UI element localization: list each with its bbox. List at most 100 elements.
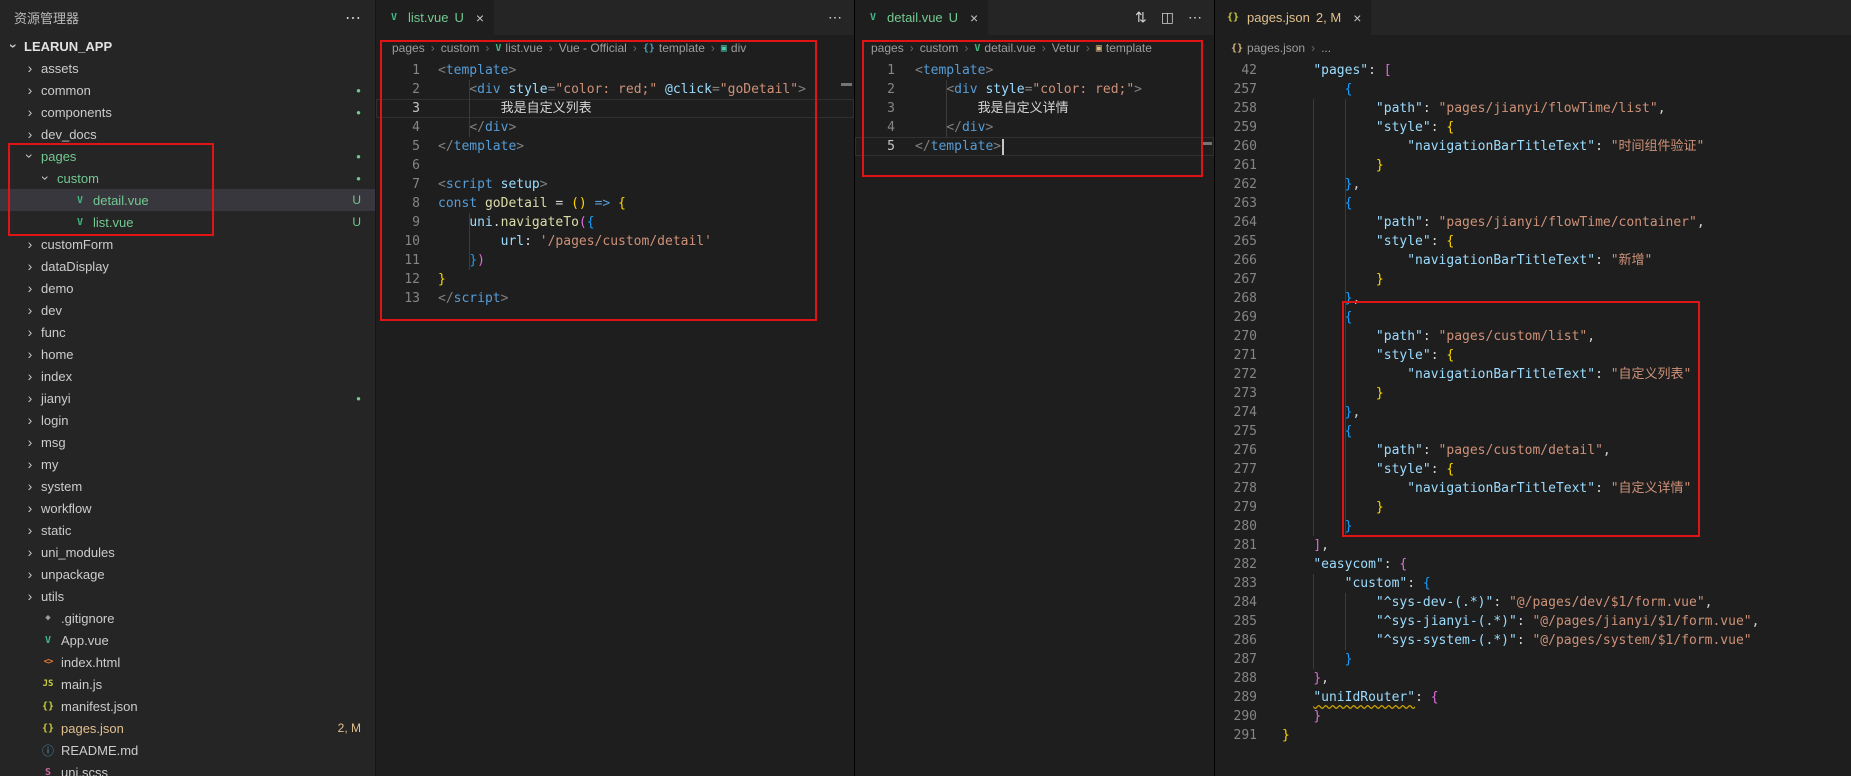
code-line-281[interactable]: 281 ],	[1215, 536, 1851, 555]
code-line-280[interactable]: 280 }	[1215, 517, 1851, 536]
tree-folder-system[interactable]: ›system	[0, 475, 375, 497]
code-line-1[interactable]: 1<template>	[855, 61, 1214, 80]
code-line-262[interactable]: 262 },	[1215, 175, 1851, 194]
code-line-289[interactable]: 289 "uniIdRouter": {	[1215, 688, 1851, 707]
breadcrumb-item-template[interactable]: ▣template	[1096, 41, 1152, 55]
code-line-272[interactable]: 272 "navigationBarTitleText": "自定义列表"	[1215, 365, 1851, 384]
code-line-12[interactable]: 12}	[376, 270, 854, 289]
split-icon[interactable]: ◫	[1161, 9, 1174, 26]
code-line-288[interactable]: 288 },	[1215, 669, 1851, 688]
code-area[interactable]: 42 "pages": [257 {258 "path": "pages/jia…	[1215, 61, 1851, 776]
code-line-8[interactable]: 8const goDetail = () => {	[376, 194, 854, 213]
close-icon[interactable]: ×	[1353, 10, 1361, 26]
tree-folder-pages[interactable]: ›pages●	[0, 145, 375, 167]
tab-list.vue[interactable]: Vlist.vueU×	[376, 0, 494, 35]
tree-file-App.vue[interactable]: VApp.vue	[0, 629, 375, 651]
code-line-2[interactable]: 2 <div style="color: red;">	[855, 80, 1214, 99]
tree-file-list.vue[interactable]: Vlist.vueU	[0, 211, 375, 233]
code-line-283[interactable]: 283 "custom": {	[1215, 574, 1851, 593]
tree-folder-unpackage[interactable]: ›unpackage	[0, 563, 375, 585]
code-line-3[interactable]: 3 我是自定义列表	[376, 99, 854, 118]
more-actions-icon[interactable]: ⋯	[345, 8, 361, 28]
tree-file-README.md[interactable]: ⓘREADME.md	[0, 739, 375, 761]
code-area[interactable]: 1<template>2 <div style="color: red;" @c…	[376, 61, 854, 776]
tree-folder-components[interactable]: ›components●	[0, 101, 375, 123]
more-icon[interactable]: ⋯	[828, 9, 842, 26]
code-line-264[interactable]: 264 "path": "pages/jianyi/flowTime/conta…	[1215, 213, 1851, 232]
breadcrumb-item-Vue - Official[interactable]: Vue - Official	[559, 41, 627, 55]
tree-folder-custom[interactable]: ›custom●	[0, 167, 375, 189]
code-line-276[interactable]: 276 "path": "pages/custom/detail",	[1215, 441, 1851, 460]
code-line-13[interactable]: 13</script>	[376, 289, 854, 308]
tree-folder-msg[interactable]: ›msg	[0, 431, 375, 453]
breadcrumb-item-Vetur[interactable]: Vetur	[1052, 41, 1080, 55]
tree-folder-utils[interactable]: ›utils	[0, 585, 375, 607]
code-line-287[interactable]: 287 }	[1215, 650, 1851, 669]
code-line-282[interactable]: 282 "easycom": {	[1215, 555, 1851, 574]
code-line-275[interactable]: 275 {	[1215, 422, 1851, 441]
code-line-1[interactable]: 1<template>	[376, 61, 854, 80]
breadcrumb-item-detail.vue[interactable]: Vdetail.vue	[974, 41, 1035, 55]
tree-folder-home[interactable]: ›home	[0, 343, 375, 365]
tree-file-.gitignore[interactable]: ◆.gitignore	[0, 607, 375, 629]
code-line-260[interactable]: 260 "navigationBarTitleText": "时间组件验证"	[1215, 137, 1851, 156]
code-line-9[interactable]: 9 uni.navigateTo({	[376, 213, 854, 232]
code-line-278[interactable]: 278 "navigationBarTitleText": "自定义详情"	[1215, 479, 1851, 498]
breadcrumb-item-custom[interactable]: custom	[920, 41, 959, 55]
code-line-259[interactable]: 259 "style": {	[1215, 118, 1851, 137]
code-line-258[interactable]: 258 "path": "pages/jianyi/flowTime/list"…	[1215, 99, 1851, 118]
breadcrumb-item-custom[interactable]: custom	[441, 41, 480, 55]
close-icon[interactable]: ×	[476, 10, 484, 26]
tree-folder-common[interactable]: ›common●	[0, 79, 375, 101]
breadcrumb-item-pages.json[interactable]: {}pages.json	[1231, 41, 1305, 55]
code-line-269[interactable]: 269 {	[1215, 308, 1851, 327]
tree-folder-workflow[interactable]: ›workflow	[0, 497, 375, 519]
tree-root-folder[interactable]: › LEARUN_APP	[0, 35, 375, 57]
code-line-11[interactable]: 11 })	[376, 251, 854, 270]
breadcrumb-item-...[interactable]: ...	[1321, 41, 1331, 55]
tree-folder-my[interactable]: ›my	[0, 453, 375, 475]
code-line-274[interactable]: 274 },	[1215, 403, 1851, 422]
code-line-291[interactable]: 291}	[1215, 726, 1851, 745]
tab-detail.vue[interactable]: Vdetail.vueU×	[855, 0, 988, 35]
code-line-7[interactable]: 7<script setup>	[376, 175, 854, 194]
breadcrumb-item-list.vue[interactable]: Vlist.vue	[495, 41, 542, 55]
tree-folder-static[interactable]: ›static	[0, 519, 375, 541]
code-line-5[interactable]: 5</template>	[855, 137, 1214, 156]
code-line-284[interactable]: 284 "^sys-dev-(.*)": "@/pages/dev/$1/for…	[1215, 593, 1851, 612]
tree-folder-demo[interactable]: ›demo	[0, 277, 375, 299]
close-icon[interactable]: ×	[970, 10, 978, 26]
tree-file-pages.json[interactable]: {}pages.json2, M	[0, 717, 375, 739]
tree-file-main.js[interactable]: JSmain.js	[0, 673, 375, 695]
code-line-268[interactable]: 268 },	[1215, 289, 1851, 308]
code-line-277[interactable]: 277 "style": {	[1215, 460, 1851, 479]
code-line-5[interactable]: 5</template>	[376, 137, 854, 156]
code-line-4[interactable]: 4 </div>	[855, 118, 1214, 137]
code-line-290[interactable]: 290 }	[1215, 707, 1851, 726]
code-line-285[interactable]: 285 "^sys-jianyi-(.*)": "@/pages/jianyi/…	[1215, 612, 1851, 631]
breadcrumb-item-pages[interactable]: pages	[392, 41, 425, 55]
code-line-3[interactable]: 3 我是自定义详情	[855, 99, 1214, 118]
tree-file-uni.scss[interactable]: Suni.scss	[0, 761, 375, 776]
code-line-266[interactable]: 266 "navigationBarTitleText": "新增"	[1215, 251, 1851, 270]
tree-folder-login[interactable]: ›login	[0, 409, 375, 431]
code-line-267[interactable]: 267 }	[1215, 270, 1851, 289]
tree-folder-dataDisplay[interactable]: ›dataDisplay	[0, 255, 375, 277]
tree-folder-dev_docs[interactable]: ›dev_docs	[0, 123, 375, 145]
code-area[interactable]: 1<template>2 <div style="color: red;">3 …	[855, 61, 1214, 776]
tree-folder-assets[interactable]: ›assets	[0, 57, 375, 79]
code-line-270[interactable]: 270 "path": "pages/custom/list",	[1215, 327, 1851, 346]
code-line-2[interactable]: 2 <div style="color: red;" @click="goDet…	[376, 80, 854, 99]
tree-folder-uni_modules[interactable]: ›uni_modules	[0, 541, 375, 563]
code-line-273[interactable]: 273 }	[1215, 384, 1851, 403]
code-line-265[interactable]: 265 "style": {	[1215, 232, 1851, 251]
code-line-6[interactable]: 6	[376, 156, 854, 175]
tree-file-manifest.json[interactable]: {}manifest.json	[0, 695, 375, 717]
tree-folder-jianyi[interactable]: ›jianyi●	[0, 387, 375, 409]
code-line-261[interactable]: 261 }	[1215, 156, 1851, 175]
breadcrumb-item-template[interactable]: {}template	[643, 41, 705, 55]
code-line-42[interactable]: 42 "pages": [	[1215, 61, 1851, 80]
breadcrumb-item-pages[interactable]: pages	[871, 41, 904, 55]
code-line-257[interactable]: 257 {	[1215, 80, 1851, 99]
tree-file-detail.vue[interactable]: Vdetail.vueU	[0, 189, 375, 211]
